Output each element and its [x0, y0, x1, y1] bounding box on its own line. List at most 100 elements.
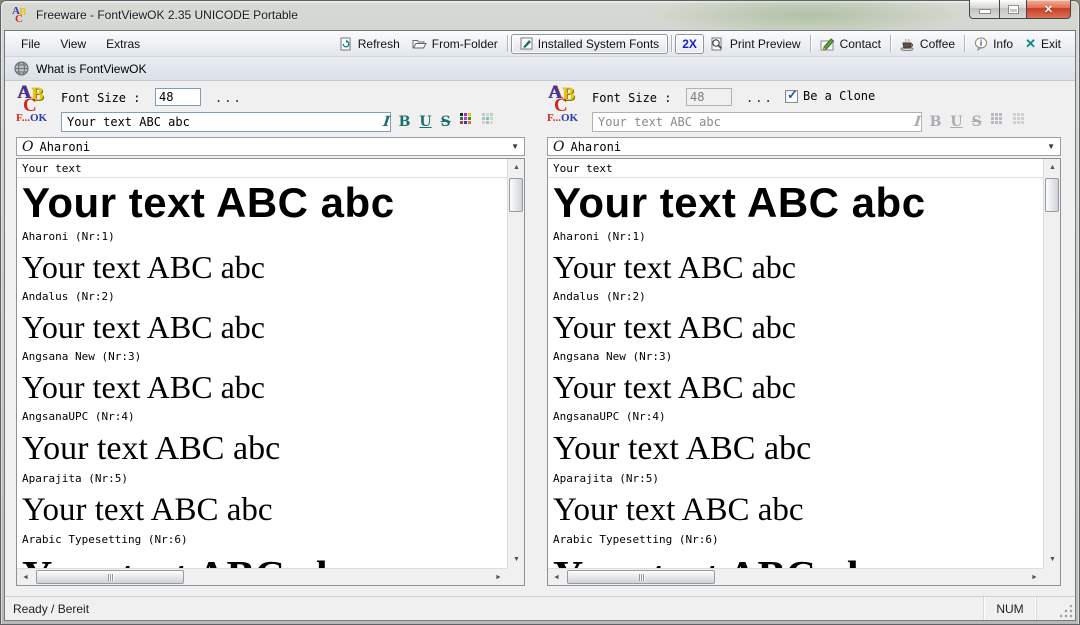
zoom-2x-button[interactable]: 2X	[675, 34, 704, 54]
horizontal-scroll-thumb[interactable]	[36, 570, 184, 584]
horizontal-scrollbar[interactable]: ◄ ►	[548, 568, 1043, 585]
installed-system-fonts-button[interactable]: Installed System Fonts	[511, 34, 668, 54]
scroll-left-icon[interactable]: ◄	[17, 569, 34, 586]
font-preview: Your text ABC abc	[553, 430, 1043, 468]
refresh-button[interactable]: Refresh	[333, 35, 406, 53]
font-preview: Your text ABC abc	[553, 250, 1043, 286]
what-is-fontviewok-link[interactable]: What is FontViewOK	[36, 62, 146, 76]
open-folder-icon	[412, 37, 427, 51]
selected-font-name: Aharoni	[570, 140, 621, 154]
font-color-button[interactable]	[460, 113, 473, 130]
scroll-up-icon[interactable]: ▲	[508, 159, 525, 176]
list-item[interactable]: Your text ABC abc AngsanaUPC (Nr:4)	[22, 370, 507, 423]
print-preview-button[interactable]: Print Preview	[704, 35, 807, 53]
info-button[interactable]: i Info	[968, 35, 1019, 53]
font-preview-list[interactable]: Your text Your text ABC abc Aharoni (Nr:…	[16, 158, 525, 586]
font-preview: Your text ABC abc	[22, 370, 507, 406]
list-item[interactable]: Your text ABC abc Andalus (Nr:2)	[22, 250, 507, 303]
from-folder-button[interactable]: From-Folder	[406, 35, 504, 53]
installed-system-fonts-label: Installed System Fonts	[538, 37, 659, 51]
font-dropdown[interactable]: O Aharoni ▼	[16, 137, 525, 156]
minimize-icon	[980, 10, 990, 13]
underline-button: U	[950, 115, 962, 129]
list-item[interactable]: Your text ABC abc Aharoni (Nr:1)	[553, 179, 1043, 243]
scroll-right-icon[interactable]: ►	[1026, 569, 1043, 586]
font-label: Andalus (Nr:2)	[22, 290, 507, 303]
close-button[interactable]: ✕	[1027, 0, 1071, 19]
vertical-scrollbar[interactable]: ▲ ▼	[507, 159, 524, 568]
checkmark-icon: ✓	[787, 87, 798, 103]
scroll-down-icon[interactable]: ▼	[1044, 551, 1061, 568]
italic-button[interactable]: I	[381, 115, 392, 129]
coffee-cup-icon	[900, 37, 915, 51]
font-size-more-button[interactable]: ...	[746, 91, 774, 105]
font-label: Andalus (Nr:2)	[553, 290, 1043, 303]
menu-view[interactable]: View	[52, 34, 94, 54]
font-label: Aparajita (Nr:5)	[553, 472, 1043, 485]
font-label: Angsana New (Nr:3)	[22, 350, 507, 363]
font-dropdown-clone[interactable]: O Aharoni ▼	[547, 137, 1061, 156]
resize-grip-icon[interactable]	[1060, 605, 1073, 618]
coffee-button[interactable]: Coffee	[894, 35, 961, 53]
menu-extras[interactable]: Extras	[98, 34, 148, 54]
background-color-button[interactable]	[482, 113, 495, 130]
bold-button[interactable]: B	[399, 115, 411, 129]
font-label: Aparajita (Nr:5)	[22, 472, 507, 485]
list-item[interactable]: Your text ABC abc Aharoni (Nr:1)	[22, 179, 507, 243]
contact-button[interactable]: Contact	[814, 35, 887, 53]
font-size-input[interactable]	[155, 88, 201, 106]
vertical-scroll-thumb[interactable]	[509, 178, 523, 212]
title-bar[interactable]: ABC Freeware - FontViewOK 2.35 UNICODE P…	[0, 0, 1080, 30]
underline-button[interactable]: U	[419, 115, 431, 129]
font-preview-list-clone[interactable]: Your text Your text ABC abc Aharoni (Nr:…	[547, 158, 1061, 586]
horizontal-scroll-thumb[interactable]	[567, 570, 715, 584]
list-item[interactable]: Your text ABC abc Arabic Typesetting (Nr…	[22, 492, 507, 546]
help-band: What is FontViewOK	[5, 57, 1075, 81]
maximize-button[interactable]	[999, 0, 1027, 19]
info-bubble-icon: i	[974, 37, 988, 51]
scroll-up-icon[interactable]: ▲	[1044, 159, 1061, 176]
list-item[interactable]: Your text ABC abc Andalus (Nr:2)	[553, 250, 1043, 303]
vertical-scroll-thumb[interactable]	[1045, 178, 1059, 212]
chevron-down-icon[interactable]: ▼	[1047, 142, 1055, 151]
chevron-down-icon[interactable]: ▼	[511, 142, 519, 151]
list-item[interactable]: Your text ABC abc AngsanaUPC (Nr:4)	[553, 370, 1043, 423]
coffee-label: Coffee	[920, 37, 955, 51]
sample-text-input[interactable]	[61, 112, 391, 132]
font-label: Aharoni (Nr:1)	[553, 230, 1043, 243]
font-size-more-button[interactable]: ...	[215, 91, 243, 105]
print-preview-icon	[710, 37, 725, 51]
contact-pencil-icon	[820, 37, 835, 51]
scroll-left-icon[interactable]: ◄	[548, 569, 565, 586]
font-label: AngsanaUPC (Nr:4)	[22, 410, 507, 423]
main-area: ABC F...OK Font Size : ... I B U S O	[5, 81, 1075, 596]
menu-file[interactable]: File	[13, 34, 48, 54]
toolbar-separator	[507, 35, 508, 52]
sample-text-input-clone	[592, 112, 922, 132]
font-list-entries: Your text ABC abc Aharoni (Nr:1) Your te…	[17, 179, 507, 568]
minimize-button[interactable]	[969, 0, 999, 19]
toolbar-separator	[810, 35, 811, 52]
clone-option[interactable]: ✓ Be a Clone	[785, 89, 875, 103]
list-item[interactable]: Your text ABC abc Aparajita (Nr:5)	[553, 430, 1043, 485]
exit-button[interactable]: ✕ Exit	[1019, 34, 1067, 54]
window-title: Freeware - FontViewOK 2.35 UNICODE Porta…	[36, 8, 298, 22]
strikethrough-button[interactable]: S	[441, 115, 451, 129]
fonts-page-icon	[520, 37, 533, 50]
scroll-down-icon[interactable]: ▼	[508, 551, 525, 568]
fontviewok-logo-icon: ABC F...OK	[547, 85, 589, 131]
be-a-clone-checkbox[interactable]: ✓	[785, 90, 798, 103]
list-item[interactable]: Your text ABC abc Aparajita (Nr:5)	[22, 430, 507, 485]
list-item[interactable]: Your text ABC abc Arabic Typesetting (Nr…	[553, 492, 1043, 546]
font-color-button	[991, 113, 1004, 130]
vertical-scrollbar[interactable]: ▲ ▼	[1043, 159, 1060, 568]
list-item[interactable]: Your text ABC abc Angsana New (Nr:3)	[553, 310, 1043, 363]
list-header: Your text	[17, 159, 507, 178]
toolbar: Refresh From-Folder Installed System Fon…	[333, 34, 1067, 54]
list-item[interactable]: Your text ABC abc Angsana New (Nr:3)	[22, 310, 507, 363]
font-label: Arabic Typesetting (Nr:6)	[553, 533, 1043, 546]
font-preview: Your text ABC abc	[553, 492, 1043, 529]
scroll-right-icon[interactable]: ►	[490, 569, 507, 586]
horizontal-scrollbar[interactable]: ◄ ►	[17, 568, 507, 585]
format-toolbar: I B U S	[383, 113, 495, 130]
